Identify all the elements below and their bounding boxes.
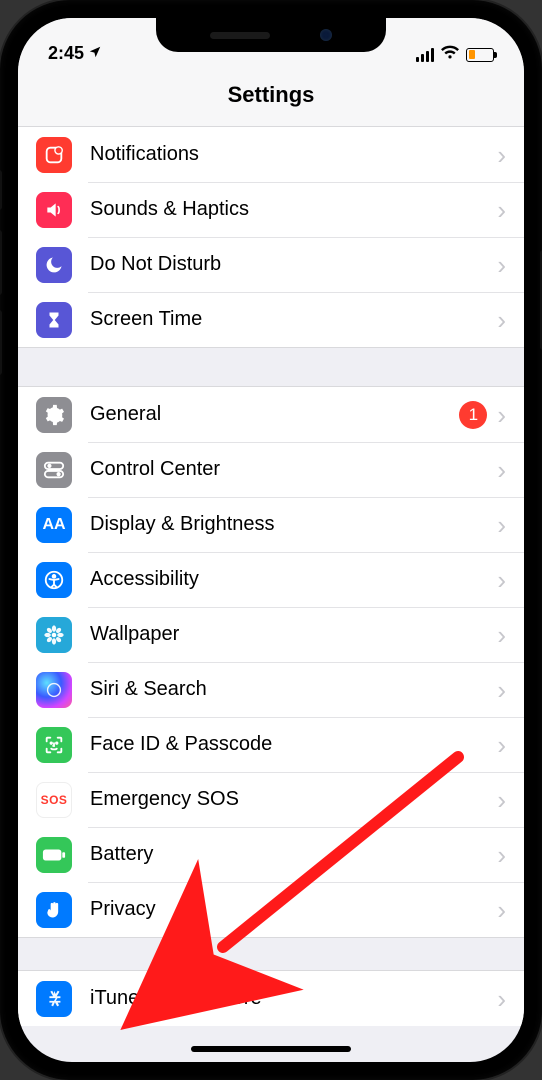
row-label: Siri & Search [90,678,497,701]
row-wallpaper[interactable]: Wallpaper › [18,607,524,662]
notification-badge: 1 [459,401,487,429]
row-itunes[interactable]: iTunes & App Store › [18,971,524,1026]
chevron-right-icon: › [497,897,506,923]
row-label: Display & Brightness [90,513,497,536]
settings-group-store: iTunes & App Store › [18,971,524,1026]
location-arrow-icon [88,45,102,62]
row-sos[interactable]: SOS Emergency SOS › [18,772,524,827]
row-privacy[interactable]: Privacy › [18,882,524,937]
phone-frame: 2:45 Settings [0,0,542,1080]
speaker-icon [36,192,72,228]
siri-icon [36,672,72,708]
settings-group-alerts: Notifications › Sounds & Haptics › Do No… [18,127,524,347]
mute-switch[interactable] [0,170,2,210]
toggles-icon [36,452,72,488]
row-notifications[interactable]: Notifications › [18,127,524,182]
chevron-right-icon: › [497,732,506,758]
settings-list[interactable]: Notifications › Sounds & Haptics › Do No… [18,127,524,1062]
row-label: Control Center [90,458,497,481]
chevron-right-icon: › [497,842,506,868]
row-label: General [90,403,459,426]
hand-icon [36,892,72,928]
battery-icon [466,48,494,62]
appstore-icon [36,981,72,1017]
row-controlcenter[interactable]: Control Center › [18,442,524,497]
row-label: Wallpaper [90,623,497,646]
status-time: 2:45 [48,43,102,64]
home-indicator[interactable] [191,1046,351,1052]
chevron-right-icon: › [497,197,506,223]
section-gap [18,347,524,387]
row-battery[interactable]: Battery › [18,827,524,882]
row-label: Notifications [90,143,497,166]
screen: 2:45 Settings [18,18,524,1062]
chevron-right-icon: › [497,402,506,428]
row-faceid[interactable]: Face ID & Passcode › [18,717,524,772]
battery-icon [36,837,72,873]
volume-down-button[interactable] [0,310,2,375]
chevron-right-icon: › [497,252,506,278]
notification-icon [36,137,72,173]
row-label: Do Not Disturb [90,253,497,276]
clock-text: 2:45 [48,43,84,64]
row-label: Sounds & Haptics [90,198,497,221]
chevron-right-icon: › [497,622,506,648]
row-general[interactable]: General 1 › [18,387,524,442]
notch [156,18,386,52]
face-id-icon [36,727,72,763]
row-siri[interactable]: Siri & Search › [18,662,524,717]
sos-icon: SOS [36,782,72,818]
page-title: Settings [18,68,524,127]
moon-icon [36,247,72,283]
chevron-right-icon: › [497,677,506,703]
wifi-icon [440,45,460,64]
row-label: Privacy [90,898,497,921]
chevron-right-icon: › [497,142,506,168]
row-sounds[interactable]: Sounds & Haptics › [18,182,524,237]
row-screentime[interactable]: Screen Time › [18,292,524,347]
icon-text: SOS [41,793,68,807]
person-circle-icon [36,562,72,598]
row-display[interactable]: AA Display & Brightness › [18,497,524,552]
row-label: Accessibility [90,568,497,591]
status-right [416,45,494,64]
row-label: Face ID & Passcode [90,733,497,756]
aa-icon: AA [36,507,72,543]
chevron-right-icon: › [497,307,506,333]
row-label: Battery [90,843,497,866]
icon-text: AA [42,516,65,534]
chevron-right-icon: › [497,512,506,538]
section-gap [18,937,524,971]
row-dnd[interactable]: Do Not Disturb › [18,237,524,292]
row-label: Screen Time [90,308,497,331]
gear-icon [36,397,72,433]
chevron-right-icon: › [497,787,506,813]
hourglass-icon [36,302,72,338]
row-accessibility[interactable]: Accessibility › [18,552,524,607]
flower-icon [36,617,72,653]
row-label: Emergency SOS [90,788,497,811]
chevron-right-icon: › [497,986,506,1012]
cell-signal-icon [416,48,434,62]
earpiece [210,32,270,39]
settings-group-main: General 1 › Control Center › AA Display … [18,387,524,937]
volume-up-button[interactable] [0,230,2,295]
row-label: iTunes & App Store [90,987,497,1010]
chevron-right-icon: › [497,457,506,483]
chevron-right-icon: › [497,567,506,593]
front-camera [320,29,332,41]
